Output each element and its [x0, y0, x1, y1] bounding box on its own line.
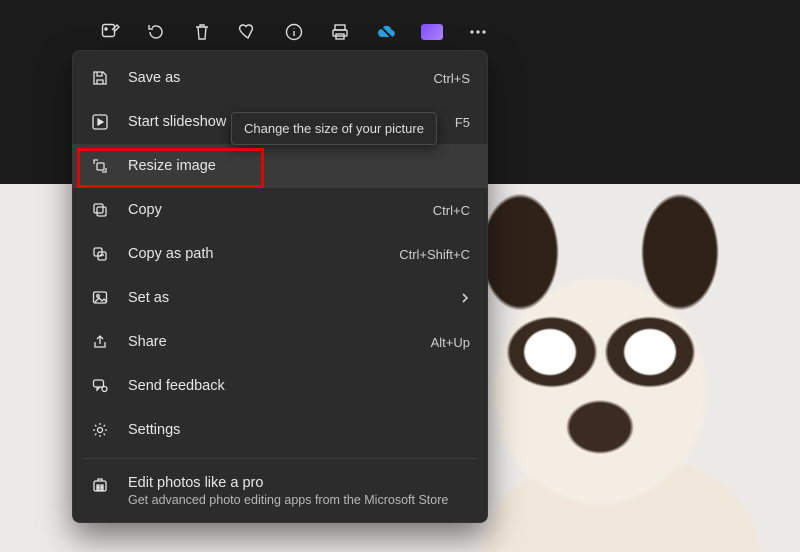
chevron-right-icon	[460, 292, 470, 304]
menu-item-label: Send feedback	[128, 378, 470, 394]
favorite-icon[interactable]	[236, 20, 260, 44]
image-icon	[90, 288, 110, 308]
menu-item-label: Copy	[128, 202, 433, 218]
menu-item-settings[interactable]: Settings	[72, 408, 488, 452]
clipchamp-icon[interactable]	[420, 20, 444, 44]
store-icon	[90, 475, 110, 495]
tooltip: Change the size of your picture	[231, 112, 437, 145]
menu-item-share[interactable]: Share Alt+Up	[72, 320, 488, 364]
info-icon[interactable]	[282, 20, 306, 44]
menu-item-shortcut: Ctrl+C	[433, 203, 470, 218]
promo-title: Edit photos like a pro	[128, 475, 448, 491]
menu-item-shortcut: F5	[455, 115, 470, 130]
menu-separator	[82, 458, 478, 459]
copy-path-icon	[90, 244, 110, 264]
print-icon[interactable]	[328, 20, 352, 44]
more-icon[interactable]	[466, 20, 490, 44]
edit-icon[interactable]	[98, 20, 122, 44]
menu-item-label: Set as	[128, 290, 460, 306]
menu-item-shortcut: Ctrl+S	[434, 71, 470, 86]
promo-subtitle: Get advanced photo editing apps from the…	[128, 493, 448, 507]
share-icon	[90, 332, 110, 352]
menu-item-label: Resize image	[128, 158, 470, 174]
menu-item-label: Save as	[128, 70, 434, 86]
menu-item-label: Share	[128, 334, 431, 350]
menu-item-save-as[interactable]: Save as Ctrl+S	[72, 56, 488, 100]
play-icon	[90, 112, 110, 132]
menu-item-set-as[interactable]: Set as	[72, 276, 488, 320]
rotate-icon[interactable]	[144, 20, 168, 44]
copy-icon	[90, 200, 110, 220]
toolbar	[98, 12, 490, 52]
menu-item-label: Settings	[128, 422, 470, 438]
cloud-sync-icon[interactable]	[374, 20, 398, 44]
gear-icon	[90, 420, 110, 440]
menu-promo[interactable]: Edit photos like a pro Get advanced phot…	[72, 465, 488, 513]
menu-item-copy[interactable]: Copy Ctrl+C	[72, 188, 488, 232]
feedback-icon	[90, 376, 110, 396]
resize-icon	[90, 156, 110, 176]
menu-item-shortcut: Alt+Up	[431, 335, 470, 350]
menu-item-resize[interactable]: Resize image	[72, 144, 488, 188]
menu-item-feedback[interactable]: Send feedback	[72, 364, 488, 408]
delete-icon[interactable]	[190, 20, 214, 44]
menu-item-label: Copy as path	[128, 246, 399, 262]
menu-item-copy-path[interactable]: Copy as path Ctrl+Shift+C	[72, 232, 488, 276]
menu-item-shortcut: Ctrl+Shift+C	[399, 247, 470, 262]
save-icon	[90, 68, 110, 88]
